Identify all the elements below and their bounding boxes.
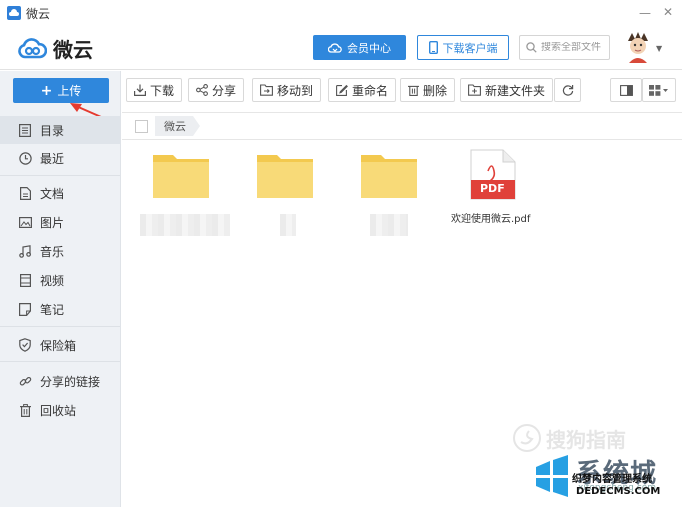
view-mode-dropdown[interactable] [642, 78, 676, 102]
sidebar-item-images[interactable]: 图片 [0, 208, 120, 236]
file-grid: PDF 欢迎使用微云.pdf 搜狗指南 系统城 xitongcheng.com … [122, 141, 682, 507]
file-name-obscured [280, 214, 296, 236]
search-input[interactable] [541, 42, 607, 53]
toolbar: 下载 分享 移动到 重命名 删除 新建文件夹 [122, 71, 682, 109]
sidebar-item-documents[interactable]: 文档 [0, 179, 120, 207]
avatar[interactable] [624, 31, 652, 63]
close-button[interactable]: ✕ [659, 3, 677, 21]
image-icon [18, 215, 32, 229]
trash-icon [408, 85, 419, 96]
search-icon [526, 42, 537, 53]
sidebar-divider [0, 175, 120, 176]
move-to-button[interactable]: 移动到 [252, 78, 322, 102]
pdf-badge: PDF [480, 182, 505, 195]
vip-center-button[interactable]: 会员中心 [313, 35, 406, 60]
app-cloud-icon [7, 6, 21, 20]
share-button[interactable]: 分享 [188, 78, 245, 102]
file-name-obscured [140, 214, 230, 236]
refresh-icon [562, 85, 573, 96]
sidebar-item-recycle-bin[interactable]: 回收站 [0, 396, 120, 424]
rename-button[interactable]: 重命名 [328, 78, 397, 102]
sidebar-item-directory[interactable]: 目录 [0, 116, 120, 144]
breadcrumb: 微云 [122, 112, 682, 140]
sidebar-divider [0, 361, 120, 362]
title-bar: 微云 — ✕ [0, 0, 682, 26]
new-folder-icon [468, 84, 481, 96]
file-item-folder[interactable] [244, 151, 334, 241]
download-client-button[interactable]: 下载客户端 [417, 35, 509, 60]
link-icon [18, 374, 32, 388]
select-all-checkbox[interactable] [135, 120, 148, 133]
sidebar: + 上传 目录 最近 文档 图片 音乐 视频 笔记 保险箱 分享的链接 回收站 [0, 71, 121, 507]
delete-button[interactable]: 删除 [400, 78, 456, 102]
download-icon [134, 84, 146, 96]
phone-icon [428, 41, 438, 54]
note-icon [18, 302, 32, 316]
file-name: 欢迎使用微云.pdf [451, 214, 531, 225]
weiyun-logo-icon [18, 37, 47, 58]
sidebar-item-notes[interactable]: 笔记 [0, 295, 120, 323]
file-item-folder[interactable] [140, 151, 230, 241]
document-icon [18, 186, 32, 200]
edit-icon [336, 84, 348, 96]
folder-icon [361, 155, 417, 198]
sidebar-item-videos[interactable]: 视频 [0, 266, 120, 294]
minimize-button[interactable]: — [636, 4, 654, 22]
download-button[interactable]: 下载 [126, 78, 183, 102]
sidebar-item-vault[interactable]: 保险箱 [0, 331, 120, 359]
refresh-button[interactable] [554, 78, 581, 102]
dedecms-watermark: 织梦内容管理系统 DEDECMS.COM [572, 474, 661, 497]
music-icon [18, 244, 32, 258]
logo: 微云 [17, 34, 93, 63]
share-icon [196, 84, 208, 96]
grid-icon [649, 84, 668, 96]
logo-text: 微云 [53, 38, 93, 62]
shield-icon [18, 338, 32, 352]
sidebar-item-shared-links[interactable]: 分享的链接 [0, 367, 120, 395]
file-name-obscured [370, 214, 408, 236]
folder-icon [257, 155, 313, 198]
list-icon [18, 123, 32, 137]
video-icon [18, 273, 32, 287]
sidebar-divider [0, 326, 120, 327]
file-item-pdf[interactable]: PDF 欢迎使用微云.pdf [448, 149, 538, 239]
clock-icon [18, 151, 32, 165]
window-title: 微云 [26, 6, 51, 21]
file-item-folder[interactable] [348, 151, 438, 241]
sidebar-item-music[interactable]: 音乐 [0, 237, 120, 265]
plus-icon: + [40, 82, 53, 99]
windows-logo-icon [536, 455, 568, 497]
trash-icon [18, 403, 32, 417]
new-folder-button[interactable]: 新建文件夹 [460, 78, 554, 102]
preview-pane-toggle[interactable] [610, 78, 642, 102]
upload-button[interactable]: + 上传 [13, 78, 109, 103]
panel-icon [619, 84, 633, 96]
breadcrumb-root[interactable]: 微云 [155, 116, 200, 136]
search-box[interactable] [519, 35, 610, 60]
vip-cloud-icon [328, 42, 342, 53]
folder-icon [153, 155, 209, 198]
app-header: 微云 会员中心 下载客户端 ▼ [0, 26, 682, 70]
chevron-down-icon[interactable]: ▼ [656, 44, 662, 53]
move-folder-icon [260, 84, 273, 96]
sidebar-item-recent[interactable]: 最近 [0, 144, 120, 172]
